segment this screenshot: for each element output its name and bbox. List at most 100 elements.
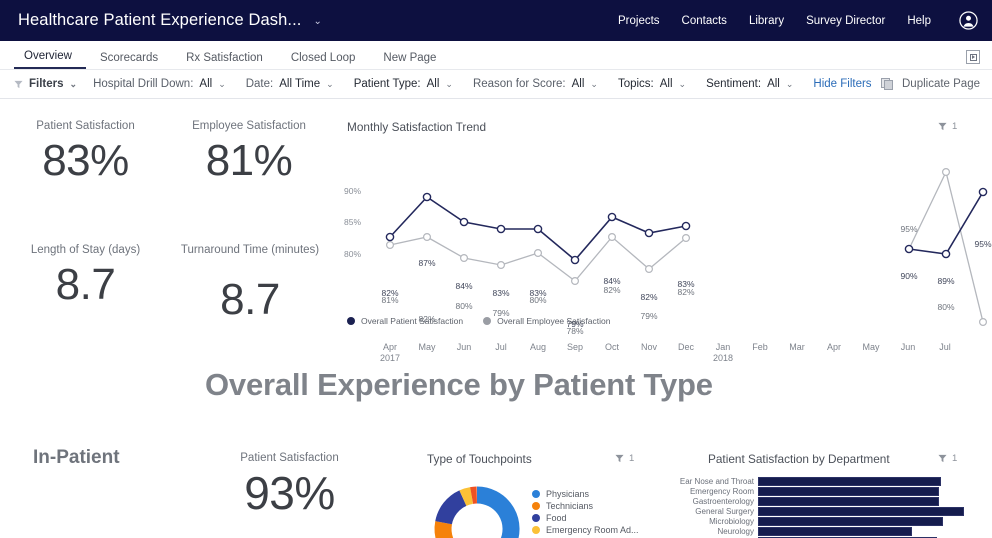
data-label-employee-sep2017: 78% xyxy=(560,326,590,336)
donut-slice-physicians xyxy=(477,495,511,538)
duplicate-page-icon xyxy=(881,78,894,91)
legend-item-employee-satisfaction[interactable]: Overall Employee Satisfaction xyxy=(483,316,610,326)
row-heading-in-patient: In-Patient xyxy=(33,447,120,469)
filter-count: 1 xyxy=(952,121,957,132)
tab-scorecards[interactable]: Scorecards xyxy=(86,52,172,69)
dept-row-microbiology: Microbiology xyxy=(666,517,966,526)
legend-dot-icon xyxy=(347,317,355,325)
filter-patient-type[interactable]: Patient Type: All ⌄ xyxy=(354,78,453,90)
legend-dot-icon xyxy=(532,526,540,534)
filter-value: All xyxy=(427,78,440,90)
dept-bar[interactable] xyxy=(758,497,939,506)
dashboard-title[interactable]: Healthcare Patient Experience Dash... xyxy=(18,11,301,30)
nav-link-contacts[interactable]: Contacts xyxy=(682,15,727,27)
filter-hospital-drill-down[interactable]: Hospital Drill Down: All ⌄ xyxy=(93,78,226,90)
x-tick-jul-2018: Jul xyxy=(925,342,965,353)
touchpoints-donut-chart xyxy=(425,471,535,538)
dept-bar[interactable] xyxy=(758,527,912,536)
filter-value: All xyxy=(572,78,585,90)
kpi-label-turnaround-time: Turnaround Time (minutes) xyxy=(180,243,320,258)
legend-item-food[interactable]: Food xyxy=(532,513,639,523)
filters-toggle[interactable]: Filters ⌄ xyxy=(14,78,77,90)
dept-bar[interactable] xyxy=(758,477,941,486)
x-tick-jan-2018: Jan 2018 xyxy=(703,342,743,364)
global-nav-links: Projects Contacts Library Survey Directo… xyxy=(618,11,978,30)
filter-date[interactable]: Date: All Time ⌄ xyxy=(246,78,334,90)
donut-slice-technicians xyxy=(443,523,456,538)
hide-filters-button[interactable]: Hide Filters xyxy=(813,78,871,90)
dept-bar-track xyxy=(758,477,966,486)
legend-item-patient-satisfaction[interactable]: Overall Patient Satisfaction xyxy=(347,316,463,326)
legend-label: Overall Patient Satisfaction xyxy=(361,316,463,326)
filter-topics[interactable]: Topics: All ⌄ xyxy=(618,78,686,90)
x-tick-mar-2018: Mar xyxy=(777,342,817,353)
legend-item-technicians[interactable]: Technicians xyxy=(532,501,639,511)
filter-value: All xyxy=(660,78,673,90)
data-label-employee-apr2017: 81% xyxy=(375,295,405,305)
data-label-employee-aug2017: 80% xyxy=(523,295,553,305)
x-tick-label: Jan xyxy=(716,342,731,352)
tab-closed-loop[interactable]: Closed Loop xyxy=(277,52,370,69)
filter-label: Hospital Drill Down: xyxy=(93,78,193,90)
filter-funnel-icon xyxy=(938,122,947,131)
section-heading-overall-experience: Overall Experience by Patient Type xyxy=(205,367,713,403)
filter-funnel-icon xyxy=(615,454,624,463)
chevron-down-icon: ⌄ xyxy=(445,80,453,89)
nav-link-projects[interactable]: Projects xyxy=(618,15,660,27)
legend-dot-icon xyxy=(532,502,540,510)
kpi-value-turnaround-time: 8.7 xyxy=(180,274,320,326)
touchpoints-legend: Physicians Technicians Food Emergency Ro… xyxy=(532,489,639,535)
y-tick-85: 85% xyxy=(344,217,361,227)
dept-bar[interactable] xyxy=(758,517,943,526)
filter-bar: Filters ⌄ Hospital Drill Down: All ⌄ Dat… xyxy=(0,69,992,99)
dept-row-general-surgery: General Surgery xyxy=(666,507,966,516)
filters-label-text: Filters xyxy=(29,78,64,90)
tab-overview[interactable]: Overview xyxy=(14,50,86,69)
filter-value: All xyxy=(199,78,212,90)
dept-row-neurology: Neurology xyxy=(666,527,966,536)
filter-label: Topics: xyxy=(618,78,654,90)
inpatient-satisfaction-value: 93% xyxy=(212,467,367,519)
dept-bar-track xyxy=(758,527,966,536)
dept-row-emergency-room: Emergency Room xyxy=(666,487,966,496)
legend-label: Technicians xyxy=(546,501,593,511)
filter-count: 1 xyxy=(629,453,634,464)
page-tab-bar: Overview Scorecards Rx Satisfaction Clos… xyxy=(0,41,992,69)
top-navigation-bar: Healthcare Patient Experience Dash... ⌄ … xyxy=(0,0,992,41)
filter-reason-for-score[interactable]: Reason for Score: All ⌄ xyxy=(473,78,598,90)
title-dropdown-caret-icon[interactable]: ⌄ xyxy=(313,17,321,27)
present-mode-icon[interactable] xyxy=(966,50,980,64)
nav-link-help[interactable]: Help xyxy=(907,15,931,27)
duplicate-page-button[interactable]: Duplicate Page xyxy=(881,78,980,91)
dept-label: Emergency Room xyxy=(666,487,758,496)
nav-link-survey-director[interactable]: Survey Director xyxy=(806,15,885,27)
x-tick-jun-2018: Jun xyxy=(888,342,928,353)
tab-new-page[interactable]: New Page xyxy=(369,52,450,69)
data-label-patient-jul2018: 95% xyxy=(968,239,992,249)
filter-funnel-icon xyxy=(938,454,947,463)
filter-label: Patient Type: xyxy=(354,78,421,90)
touchpoints-filter-badge[interactable]: 1 xyxy=(615,453,634,464)
legend-dot-icon xyxy=(532,490,540,498)
dept-label: Neurology xyxy=(666,527,758,536)
dept-row-gastroenterology: Gastroenterology xyxy=(666,497,966,506)
x-tick-jul-2017: Jul xyxy=(481,342,521,353)
legend-item-physicians[interactable]: Physicians xyxy=(532,489,639,499)
chevron-down-icon: ⌄ xyxy=(679,80,687,89)
filter-sentiment[interactable]: Sentiment: All ⌄ xyxy=(706,78,793,90)
dept-bar-track xyxy=(758,507,966,516)
chevron-down-icon: ⌄ xyxy=(218,80,226,89)
kpi-label-employee-satisfaction: Employee Satisfaction xyxy=(170,119,328,134)
trend-chart-filter-badge[interactable]: 1 xyxy=(938,121,957,132)
data-label-employee-dec2017: 82% xyxy=(671,287,701,297)
legend-item-emergency-room-admission[interactable]: Emergency Room Ad... xyxy=(532,525,639,535)
tab-rx-satisfaction[interactable]: Rx Satisfaction xyxy=(172,52,277,69)
legend-label: Overall Employee Satisfaction xyxy=(497,316,610,326)
x-tick-nov-2017: Nov xyxy=(629,342,669,353)
dept-bar[interactable] xyxy=(758,487,939,496)
department-filter-badge[interactable]: 1 xyxy=(938,453,957,464)
kpi-value-employee-satisfaction: 81% xyxy=(170,135,328,187)
nav-link-library[interactable]: Library xyxy=(749,15,784,27)
dept-bar[interactable] xyxy=(758,507,964,516)
user-avatar-icon[interactable] xyxy=(959,11,978,30)
